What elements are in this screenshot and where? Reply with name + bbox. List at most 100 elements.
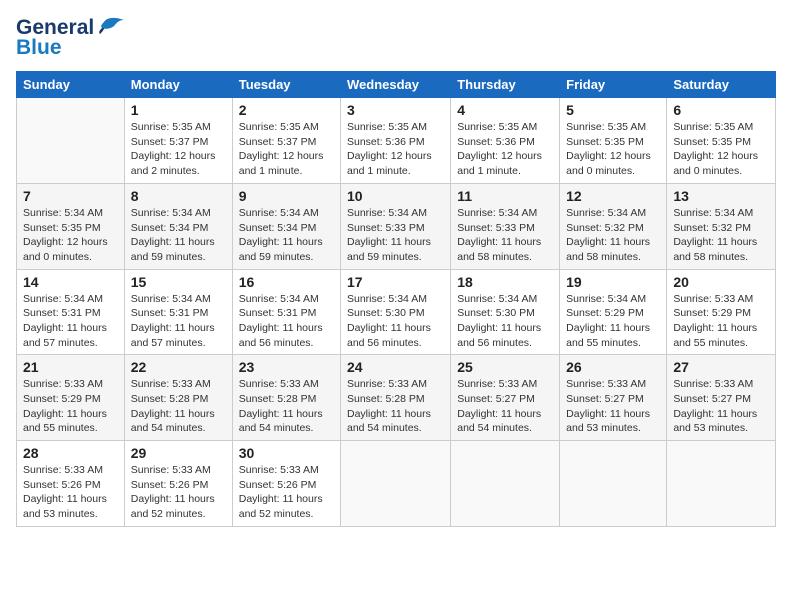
day-info: Sunrise: 5:33 AM Sunset: 5:27 PM Dayligh… [566, 377, 660, 436]
day-number: 8 [131, 188, 226, 204]
week-row-3: 14 Sunrise: 5:34 AM Sunset: 5:31 PM Dayli… [17, 269, 776, 355]
calendar-cell: 3 Sunrise: 5:35 AM Sunset: 5:36 PM Daylig… [341, 98, 451, 184]
calendar-cell: 20 Sunrise: 5:33 AM Sunset: 5:29 PM Dayli… [667, 269, 776, 355]
logo-blue: Blue [16, 36, 126, 59]
calendar-cell: 17 Sunrise: 5:34 AM Sunset: 5:30 PM Dayli… [341, 269, 451, 355]
week-row-4: 21 Sunrise: 5:33 AM Sunset: 5:29 PM Dayli… [17, 355, 776, 441]
calendar-cell: 18 Sunrise: 5:34 AM Sunset: 5:30 PM Dayli… [451, 269, 560, 355]
col-header-wednesday: Wednesday [341, 72, 451, 98]
col-header-sunday: Sunday [17, 72, 125, 98]
day-number: 9 [239, 188, 334, 204]
calendar-cell: 11Sunrise: 5:34 AM Sunset: 5:33 PM Dayli… [451, 183, 560, 269]
calendar-cell: 26 Sunrise: 5:33 AM Sunset: 5:27 PM Dayli… [560, 355, 667, 441]
day-number: 22 [131, 359, 226, 375]
day-number: 6 [673, 102, 769, 118]
day-number: 29 [131, 445, 226, 461]
day-info: Sunrise: 5:34 AM Sunset: 5:31 PM Dayligh… [23, 292, 118, 351]
calendar-cell: 24 Sunrise: 5:33 AM Sunset: 5:28 PM Dayli… [341, 355, 451, 441]
day-number: 15 [131, 274, 226, 290]
calendar-cell: 16 Sunrise: 5:34 AM Sunset: 5:31 PM Dayli… [232, 269, 340, 355]
logo: General Blue [16, 16, 126, 59]
week-row-5: 28 Sunrise: 5:33 AM Sunset: 5:26 PM Dayli… [17, 441, 776, 527]
day-info: Sunrise: 5:34 AM Sunset: 5:30 PM Dayligh… [347, 292, 444, 351]
day-number: 20 [673, 274, 769, 290]
calendar-cell: 22 Sunrise: 5:33 AM Sunset: 5:28 PM Dayli… [124, 355, 232, 441]
col-header-saturday: Saturday [667, 72, 776, 98]
calendar-cell: 1Sunrise: 5:35 AM Sunset: 5:37 PM Daylig… [124, 98, 232, 184]
day-number: 23 [239, 359, 334, 375]
day-info: Sunrise: 5:35 AM Sunset: 5:36 PM Dayligh… [457, 120, 553, 179]
day-number: 2 [239, 102, 334, 118]
day-info: Sunrise: 5:34 AM Sunset: 5:30 PM Dayligh… [457, 292, 553, 351]
col-header-tuesday: Tuesday [232, 72, 340, 98]
day-info: Sunrise: 5:33 AM Sunset: 5:28 PM Dayligh… [347, 377, 444, 436]
day-info: Sunrise: 5:33 AM Sunset: 5:29 PM Dayligh… [673, 292, 769, 351]
day-info: Sunrise: 5:33 AM Sunset: 5:26 PM Dayligh… [239, 463, 334, 522]
day-info: Sunrise: 5:33 AM Sunset: 5:26 PM Dayligh… [131, 463, 226, 522]
day-info: Sunrise: 5:33 AM Sunset: 5:27 PM Dayligh… [457, 377, 553, 436]
day-number: 3 [347, 102, 444, 118]
week-row-2: 7 Sunrise: 5:34 AM Sunset: 5:35 PM Daylig… [17, 183, 776, 269]
day-info: Sunrise: 5:34 AM Sunset: 5:32 PM Dayligh… [673, 206, 769, 265]
day-number: 30 [239, 445, 334, 461]
day-info: Sunrise: 5:34 AM Sunset: 5:31 PM Dayligh… [131, 292, 226, 351]
day-info: Sunrise: 5:33 AM Sunset: 5:28 PM Dayligh… [131, 377, 226, 436]
day-info: Sunrise: 5:34 AM Sunset: 5:35 PM Dayligh… [23, 206, 118, 265]
calendar-cell: 28Sunrise: 5:33 AM Sunset: 5:26 PM Dayli… [17, 441, 125, 527]
day-info: Sunrise: 5:35 AM Sunset: 5:35 PM Dayligh… [673, 120, 769, 179]
day-number: 19 [566, 274, 660, 290]
calendar-cell: 19 Sunrise: 5:34 AM Sunset: 5:29 PM Dayli… [560, 269, 667, 355]
day-info: Sunrise: 5:34 AM Sunset: 5:32 PM Dayligh… [566, 206, 660, 265]
day-number: 17 [347, 274, 444, 290]
calendar-cell: 10 Sunrise: 5:34 AM Sunset: 5:33 PM Dayli… [341, 183, 451, 269]
day-number: 13 [673, 188, 769, 204]
day-number: 16 [239, 274, 334, 290]
day-number: 28 [23, 445, 118, 461]
header: General Blue [16, 16, 776, 59]
week-row-1: 1Sunrise: 5:35 AM Sunset: 5:37 PM Daylig… [17, 98, 776, 184]
day-number: 24 [347, 359, 444, 375]
day-info: Sunrise: 5:33 AM Sunset: 5:27 PM Dayligh… [673, 377, 769, 436]
day-number: 26 [566, 359, 660, 375]
calendar-page: General Blue SundayMondayTuesdayWednesda… [0, 0, 792, 537]
day-number: 7 [23, 188, 118, 204]
day-number: 10 [347, 188, 444, 204]
calendar-cell: 13 Sunrise: 5:34 AM Sunset: 5:32 PM Dayli… [667, 183, 776, 269]
calendar-cell: 8 Sunrise: 5:34 AM Sunset: 5:34 PM Daylig… [124, 183, 232, 269]
calendar-header-row: SundayMondayTuesdayWednesdayThursdayFrid… [17, 72, 776, 98]
calendar-cell: 27 Sunrise: 5:33 AM Sunset: 5:27 PM Dayli… [667, 355, 776, 441]
day-info: Sunrise: 5:34 AM Sunset: 5:31 PM Dayligh… [239, 292, 334, 351]
col-header-thursday: Thursday [451, 72, 560, 98]
day-info: Sunrise: 5:34 AM Sunset: 5:29 PM Dayligh… [566, 292, 660, 351]
calendar-cell [17, 98, 125, 184]
day-number: 4 [457, 102, 553, 118]
col-header-monday: Monday [124, 72, 232, 98]
calendar-cell: 9Sunrise: 5:34 AM Sunset: 5:34 PM Daylig… [232, 183, 340, 269]
day-info: Sunrise: 5:34 AM Sunset: 5:34 PM Dayligh… [131, 206, 226, 265]
calendar-cell: 21 Sunrise: 5:33 AM Sunset: 5:29 PM Dayli… [17, 355, 125, 441]
day-number: 21 [23, 359, 118, 375]
calendar-cell: 6 Sunrise: 5:35 AM Sunset: 5:35 PM Daylig… [667, 98, 776, 184]
calendar-cell: 12Sunrise: 5:34 AM Sunset: 5:32 PM Dayli… [560, 183, 667, 269]
day-info: Sunrise: 5:35 AM Sunset: 5:37 PM Dayligh… [131, 120, 226, 179]
calendar-cell [560, 441, 667, 527]
day-info: Sunrise: 5:35 AM Sunset: 5:36 PM Dayligh… [347, 120, 444, 179]
col-header-friday: Friday [560, 72, 667, 98]
calendar-cell: 2Sunrise: 5:35 AM Sunset: 5:37 PM Daylig… [232, 98, 340, 184]
calendar-cell: 23 Sunrise: 5:33 AM Sunset: 5:28 PM Dayli… [232, 355, 340, 441]
day-info: Sunrise: 5:33 AM Sunset: 5:29 PM Dayligh… [23, 377, 118, 436]
calendar-cell: 5Sunrise: 5:35 AM Sunset: 5:35 PM Daylig… [560, 98, 667, 184]
calendar-cell: 14 Sunrise: 5:34 AM Sunset: 5:31 PM Dayli… [17, 269, 125, 355]
calendar-cell: 4 Sunrise: 5:35 AM Sunset: 5:36 PM Daylig… [451, 98, 560, 184]
day-info: Sunrise: 5:33 AM Sunset: 5:28 PM Dayligh… [239, 377, 334, 436]
calendar-cell: 15 Sunrise: 5:34 AM Sunset: 5:31 PM Dayli… [124, 269, 232, 355]
day-info: Sunrise: 5:35 AM Sunset: 5:35 PM Dayligh… [566, 120, 660, 179]
calendar-table: SundayMondayTuesdayWednesdayThursdayFrid… [16, 71, 776, 527]
calendar-cell [667, 441, 776, 527]
day-number: 11 [457, 188, 553, 204]
day-number: 27 [673, 359, 769, 375]
day-info: Sunrise: 5:34 AM Sunset: 5:33 PM Dayligh… [347, 206, 444, 265]
day-number: 18 [457, 274, 553, 290]
day-number: 14 [23, 274, 118, 290]
calendar-cell: 7 Sunrise: 5:34 AM Sunset: 5:35 PM Daylig… [17, 183, 125, 269]
